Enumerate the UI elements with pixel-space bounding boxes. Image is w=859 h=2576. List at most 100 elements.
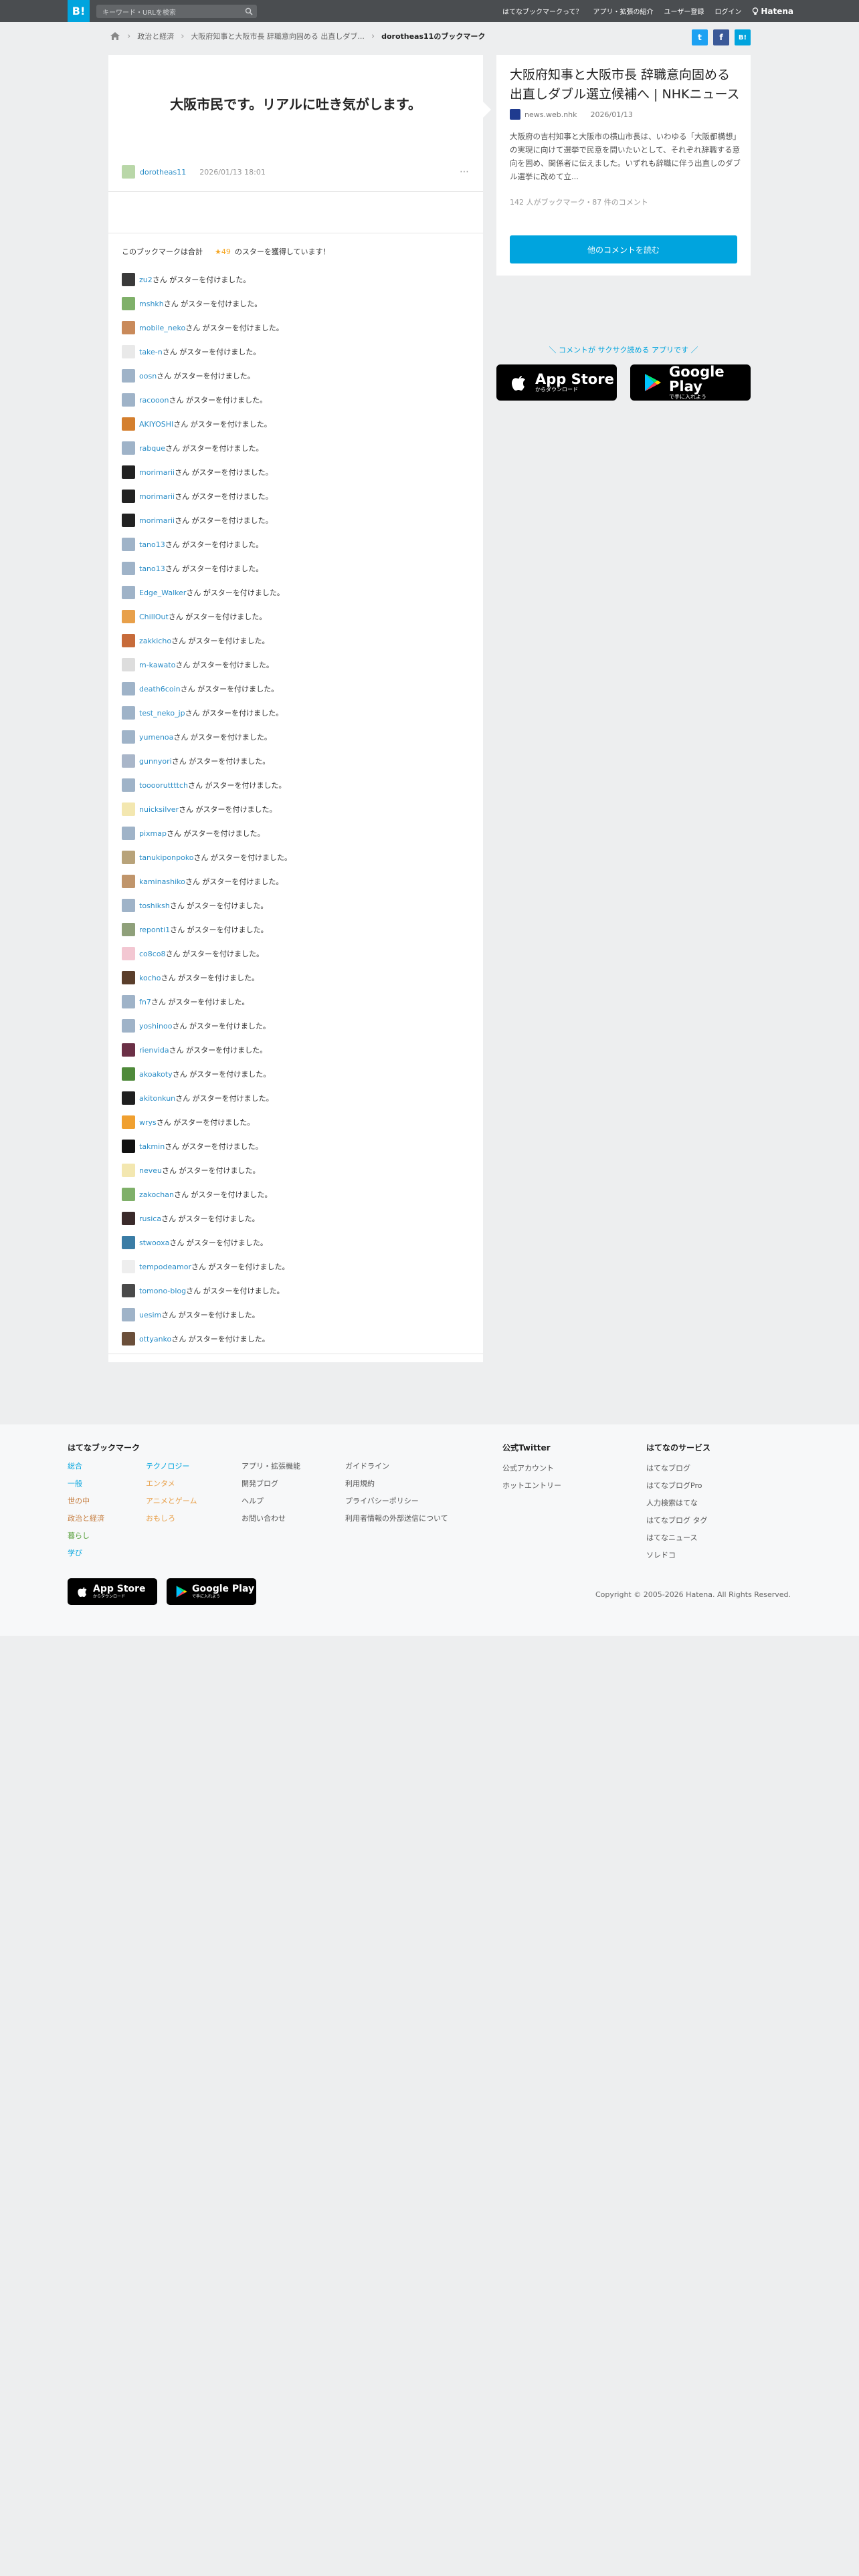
user-avatar[interactable]: [122, 1188, 135, 1201]
user-avatar[interactable]: [122, 875, 135, 888]
footer-service-link[interactable]: はてなニュース: [646, 1532, 710, 1549]
star-user-link[interactable]: zakkicho: [139, 637, 171, 645]
star-user-link[interactable]: fn7: [139, 998, 151, 1006]
star-user-link[interactable]: yumenoa: [139, 733, 173, 742]
footer-category-link[interactable]: 一般: [68, 1478, 104, 1495]
user-avatar[interactable]: [122, 417, 135, 431]
star-user-link[interactable]: rienvida: [139, 1046, 169, 1055]
breadcrumb-category[interactable]: 政治と経済: [137, 31, 174, 41]
user-avatar[interactable]: [122, 899, 135, 912]
bookmark-user-link[interactable]: dorotheas11: [140, 168, 186, 177]
user-avatar[interactable]: [122, 165, 135, 179]
star-user-link[interactable]: AKIYOSHI: [139, 420, 173, 429]
user-avatar[interactable]: [122, 1212, 135, 1225]
user-avatar[interactable]: [122, 827, 135, 840]
footer-service-link[interactable]: はてなブログ: [646, 1463, 710, 1480]
star-user-link[interactable]: akoakoty: [139, 1070, 173, 1079]
star-user-link[interactable]: tano13: [139, 564, 165, 573]
star-user-link[interactable]: tomono-blog: [139, 1287, 186, 1295]
entry-title[interactable]: 大阪府知事と大阪市長 辞職意向固める 出直しダブル選立候補へ | NHKニュース: [510, 66, 741, 104]
footer-twitter-link[interactable]: ホットエントリー: [502, 1480, 561, 1497]
user-avatar[interactable]: [122, 754, 135, 768]
star-user-link[interactable]: gunnyori: [139, 757, 172, 766]
footer-category-link[interactable]: 学び: [68, 1547, 104, 1565]
user-avatar[interactable]: [122, 778, 135, 792]
footer-link[interactable]: 開発ブログ: [242, 1478, 300, 1495]
nav-apps[interactable]: アプリ・拡張の紹介: [593, 6, 654, 16]
footer-category-link[interactable]: 世の中: [68, 1495, 104, 1513]
star-user-link[interactable]: toshiksh: [139, 901, 170, 910]
footer-link[interactable]: ヘルプ: [242, 1495, 300, 1513]
star-user-link[interactable]: morimarii: [139, 468, 175, 477]
facebook-share-icon[interactable]: f: [713, 29, 729, 45]
user-avatar[interactable]: [122, 851, 135, 864]
user-avatar[interactable]: [122, 321, 135, 334]
star-user-link[interactable]: racooon: [139, 396, 169, 405]
star-user-link[interactable]: kocho: [139, 974, 161, 982]
footer-category-link[interactable]: おもしろ: [146, 1513, 197, 1530]
breadcrumb-entry[interactable]: 大阪府知事と大阪市長 辞職意向固める 出直しダブ...: [191, 31, 364, 41]
star-user-link[interactable]: co8co8: [139, 950, 166, 958]
star-user-link[interactable]: mobile_neko: [139, 324, 185, 332]
footer-service-link[interactable]: はてなブログ タグ: [646, 1515, 710, 1532]
user-avatar[interactable]: [122, 682, 135, 695]
user-avatar[interactable]: [122, 923, 135, 936]
star-user-link[interactable]: nuicksilver: [139, 805, 179, 814]
user-avatar[interactable]: [122, 369, 135, 383]
footer-google-play-button[interactable]: Google Play で手に入れよう: [167, 1578, 256, 1605]
hatena-bookmark-share-icon[interactable]: B!: [735, 29, 751, 45]
star-user-link[interactable]: pixmap: [139, 829, 167, 838]
read-other-comments-button[interactable]: 他のコメントを読む: [510, 235, 737, 263]
footer-category-link[interactable]: 総合: [68, 1461, 104, 1478]
star-user-link[interactable]: takmin: [139, 1142, 165, 1151]
footer-link[interactable]: 利用者情報の外部送信について: [345, 1513, 448, 1530]
star-user-link[interactable]: reponti1: [139, 926, 170, 934]
user-avatar[interactable]: [122, 634, 135, 647]
user-avatar[interactable]: [122, 1332, 135, 1346]
footer-service-link[interactable]: ソレドコ: [646, 1549, 710, 1567]
nav-login[interactable]: ログイン: [714, 6, 741, 16]
user-avatar[interactable]: [122, 1019, 135, 1033]
star-user-link[interactable]: zu2: [139, 276, 153, 284]
twitter-share-icon[interactable]: t: [692, 29, 708, 45]
search-icon[interactable]: [245, 7, 253, 15]
user-avatar[interactable]: [122, 1236, 135, 1249]
footer-service-link[interactable]: はてなブログPro: [646, 1480, 710, 1497]
star-user-link[interactable]: neveu: [139, 1166, 162, 1175]
user-avatar[interactable]: [122, 1260, 135, 1273]
user-avatar[interactable]: [122, 441, 135, 455]
star-user-link[interactable]: mshkh: [139, 300, 164, 308]
user-avatar[interactable]: [122, 658, 135, 671]
star-user-link[interactable]: uesim: [139, 1311, 161, 1319]
user-avatar[interactable]: [122, 995, 135, 1008]
entry-domain[interactable]: news.web.nhk: [524, 110, 577, 119]
user-avatar[interactable]: [122, 465, 135, 479]
user-avatar[interactable]: [122, 538, 135, 551]
footer-category-link[interactable]: エンタメ: [146, 1478, 197, 1495]
star-user-link[interactable]: death6coin: [139, 685, 181, 693]
footer-link[interactable]: アプリ・拡張機能: [242, 1461, 300, 1478]
footer-app-store-button[interactable]: App Store からダウンロード: [68, 1578, 157, 1605]
user-avatar[interactable]: [122, 1164, 135, 1177]
user-avatar[interactable]: [122, 730, 135, 744]
star-user-link[interactable]: Edge_Walker: [139, 588, 186, 597]
user-avatar[interactable]: [122, 971, 135, 984]
user-avatar[interactable]: [122, 393, 135, 407]
star-user-link[interactable]: kaminashiko: [139, 877, 185, 886]
user-avatar[interactable]: [122, 273, 135, 286]
user-avatar[interactable]: [122, 297, 135, 310]
footer-service-link[interactable]: 人力検索はてな: [646, 1497, 710, 1515]
nav-about[interactable]: はてなブックマークって？: [502, 6, 583, 16]
star-user-link[interactable]: yoshinoo: [139, 1022, 172, 1031]
user-avatar[interactable]: [122, 610, 135, 623]
star-user-link[interactable]: morimarii: [139, 516, 175, 525]
user-avatar[interactable]: [122, 706, 135, 720]
star-user-link[interactable]: test_neko_jp: [139, 709, 185, 718]
star-user-link[interactable]: take-n: [139, 348, 163, 356]
footer-link[interactable]: お問い合わせ: [242, 1513, 300, 1530]
footer-link[interactable]: プライバシーポリシー: [345, 1495, 448, 1513]
hatena-brand[interactable]: Hatena: [752, 7, 793, 16]
footer-category-link[interactable]: 政治と経済: [68, 1513, 104, 1530]
hatena-bookmark-logo[interactable]: B!: [68, 0, 90, 22]
user-avatar[interactable]: [122, 562, 135, 575]
